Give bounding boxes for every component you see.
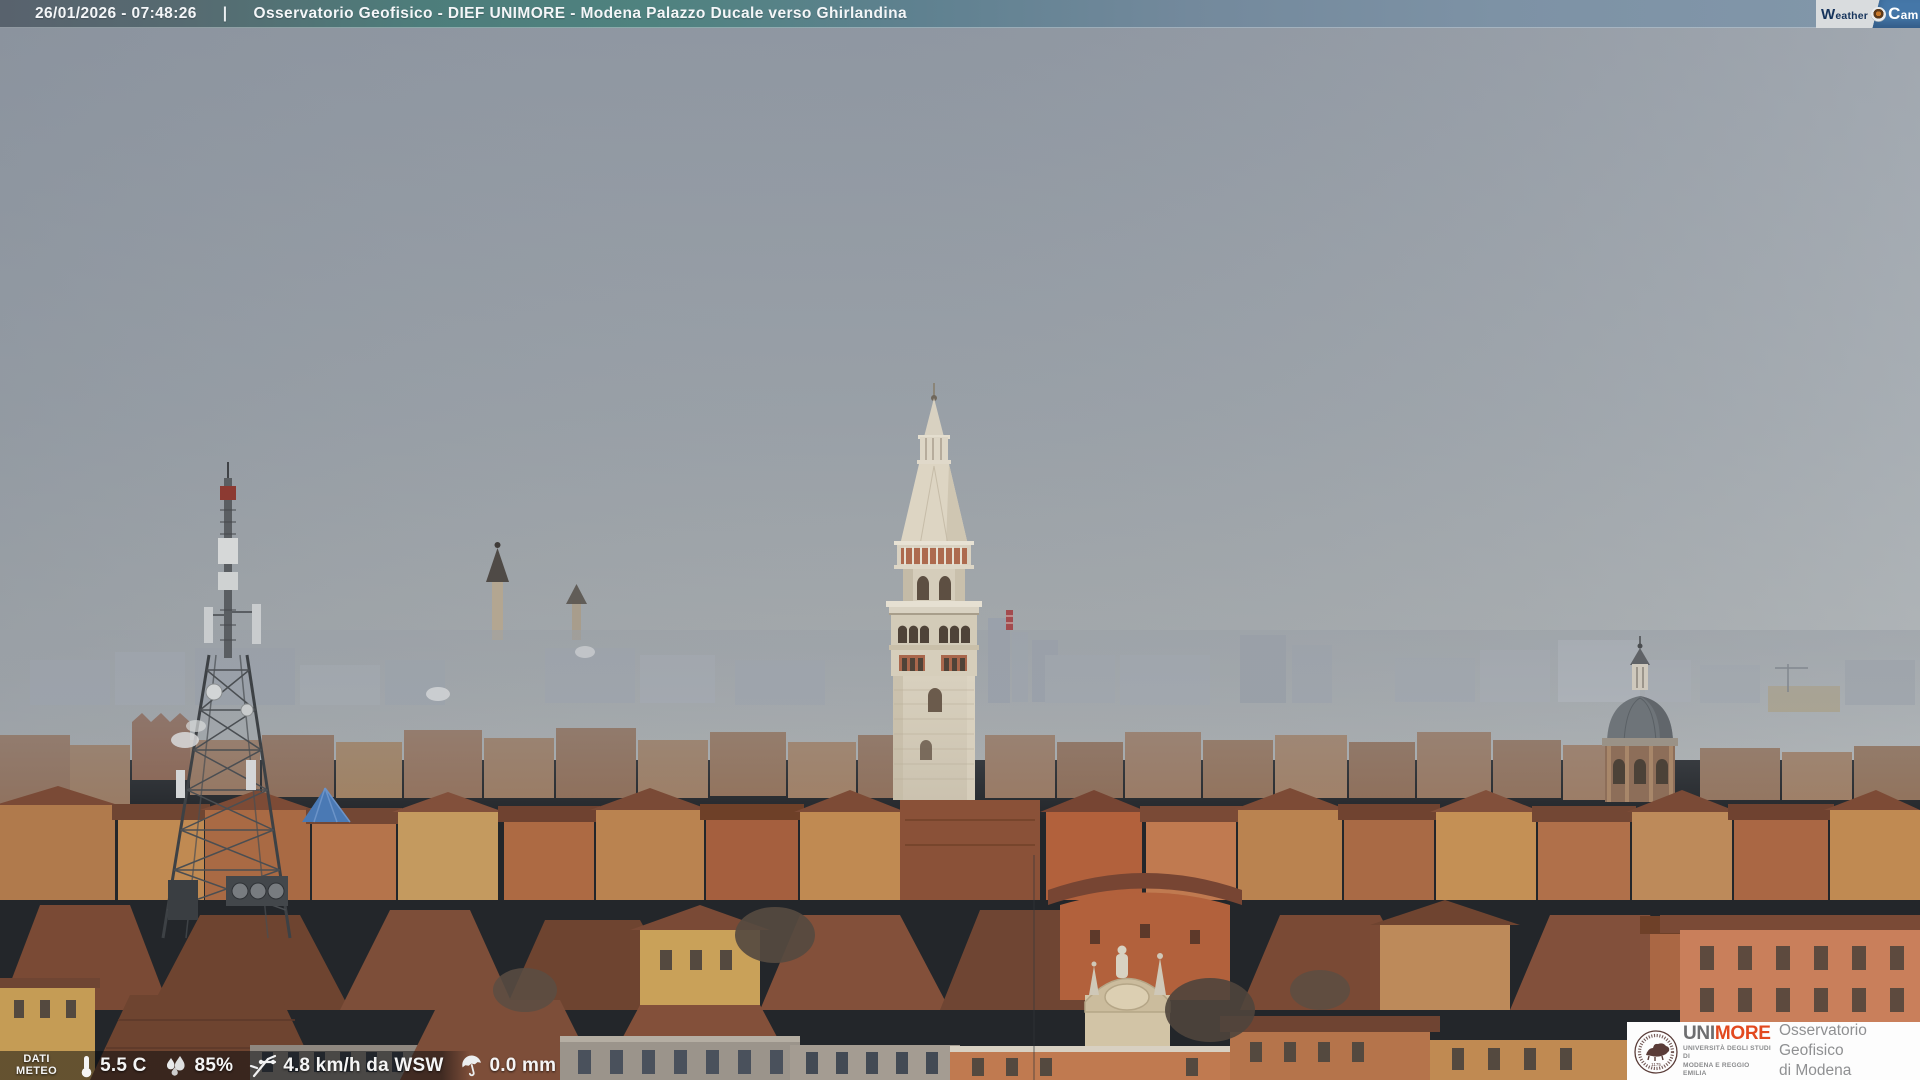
weathercam-frame: 26/01/2026 - 07:48:26 | Osservatorio Geo… (0, 0, 1920, 1080)
temperature-value: 5.5 C (100, 1055, 146, 1077)
unimore-seal-icon: 1175 (1633, 1027, 1679, 1077)
wind-reading: 4.8 km/h da WSW (249, 1054, 443, 1078)
meteo-bar: DATI METEO 5.5 C 85% (0, 1051, 470, 1080)
observatory-name-line1: Osservatorio Geofisico (1779, 1021, 1920, 1061)
meteo-label-line1: DATI (16, 1054, 57, 1066)
timestamp: 26/01/2026 - 07:48:26 (35, 5, 197, 23)
observatory-name: Osservatorio Geofisico di Modena (1779, 1021, 1920, 1080)
unimore-wordmark: UNIMORE UNIVERSITÀ DEGLI STUDI DI MODENA… (1683, 1024, 1771, 1078)
temperature-reading: 5.5 C (79, 1054, 146, 1078)
wind-anemometer-icon (249, 1054, 277, 1078)
umbrella-rain-icon (460, 1054, 484, 1078)
humidity-reading: 85% (163, 1054, 234, 1078)
meteo-label-line2: METEO (16, 1066, 57, 1078)
webcam-photo-scene (0, 0, 1920, 1080)
thermometer-icon (79, 1054, 94, 1078)
weathercam-cam-text: Cam (1888, 4, 1919, 24)
separator: | (223, 5, 228, 23)
unimore-more-text: MORE (1715, 1023, 1771, 1044)
unimore-uni-text: UNI (1683, 1023, 1715, 1044)
humidity-value: 85% (195, 1055, 234, 1077)
camera-title: Osservatorio Geofisico - DIEF UNIMORE - … (254, 5, 907, 23)
rain-value: 0.0 mm (490, 1055, 557, 1077)
wind-value: 4.8 km/h da WSW (283, 1055, 443, 1077)
observatory-name-line2: di Modena (1779, 1061, 1920, 1080)
rain-reading: 0.0 mm (460, 1054, 557, 1078)
unimore-university-line2: MODENA E REGGIO EMILIA (1683, 1062, 1771, 1078)
camera-lens-icon (1871, 7, 1886, 22)
topbar: 26/01/2026 - 07:48:26 | Osservatorio Geo… (0, 0, 1920, 28)
humidity-drops-icon (163, 1054, 189, 1078)
unimore-university-line1: UNIVERSITÀ DEGLI STUDI DI (1683, 1045, 1771, 1061)
unimore-seal-year: 1175 (1651, 1062, 1661, 1067)
unimore-footer-logo: 1175 UNIMORE UNIVERSITÀ DEGLI STUDI DI M… (1627, 1022, 1920, 1080)
meteo-label: DATI METEO (16, 1054, 57, 1077)
weathercam-weather-text: Weather (1821, 6, 1868, 23)
weathercam-logo: Weather Cam (1816, 0, 1920, 28)
